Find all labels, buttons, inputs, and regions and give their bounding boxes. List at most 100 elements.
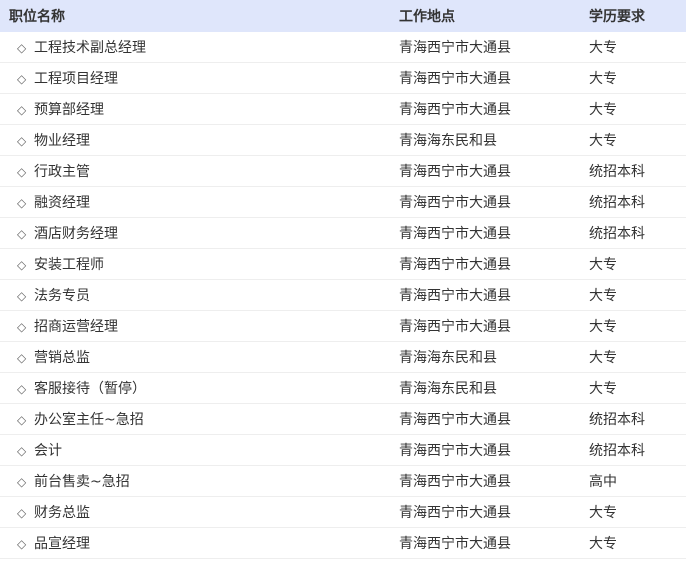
table-row[interactable]: ◇ 品宣经理 青海西宁市大通县 大专	[0, 527, 686, 559]
diamond-bullet-icon: ◇	[17, 351, 27, 365]
work-location-cell: 青海西宁市大通县	[399, 527, 589, 559]
job-title-cell[interactable]: ◇ 行政主管	[0, 155, 399, 187]
education-cell: 统招本科	[589, 403, 686, 435]
job-title-cell[interactable]: ◇ 招商运营经理	[0, 310, 399, 342]
diamond-bullet-icon: ◇	[17, 506, 27, 520]
education-cell: 大专	[589, 496, 686, 528]
table-row[interactable]: ◇ 融资经理 青海西宁市大通县 统招本科	[0, 186, 686, 218]
diamond-bullet-icon: ◇	[17, 165, 27, 179]
header-education: 学历要求	[589, 0, 686, 32]
work-location-cell: 青海西宁市大通县	[399, 496, 589, 528]
education-cell: 大专	[589, 310, 686, 342]
job-title-link[interactable]: 物业经理	[34, 133, 90, 149]
education-cell: 大专	[589, 248, 686, 280]
job-title-link[interactable]: 办公室主任~急招	[34, 412, 144, 428]
work-location-cell: 青海西宁市大通县	[399, 93, 589, 125]
work-location-cell: 青海西宁市大通县	[399, 310, 589, 342]
education-cell: 高中	[589, 465, 686, 497]
job-title-link[interactable]: 行政主管	[34, 164, 90, 180]
job-title-link[interactable]: 会计	[34, 443, 62, 459]
job-title-cell[interactable]: ◇ 物业经理	[0, 124, 399, 156]
diamond-bullet-icon: ◇	[17, 227, 27, 241]
education-cell: 统招本科	[589, 186, 686, 218]
job-title-cell[interactable]: ◇ 酒店财务经理	[0, 217, 399, 249]
job-title-link[interactable]: 营销总监	[34, 350, 90, 366]
education-cell: 统招本科	[589, 217, 686, 249]
table-row[interactable]: ◇ 预算部经理 青海西宁市大通县 大专	[0, 93, 686, 125]
job-title-cell[interactable]: ◇ 营销总监	[0, 341, 399, 373]
job-title-cell[interactable]: ◇ 办公室主任~急招	[0, 403, 399, 435]
education-cell: 大专	[589, 124, 686, 156]
job-title-link[interactable]: 工程技术副总经理	[34, 40, 146, 56]
education-cell: 大专	[589, 32, 686, 63]
table-row[interactable]: ◇ 办公室主任~急招 青海西宁市大通县 统招本科	[0, 403, 686, 435]
table-row[interactable]: ◇ 营销总监 青海海东民和县 大专	[0, 341, 686, 373]
work-location-cell: 青海西宁市大通县	[399, 279, 589, 311]
diamond-bullet-icon: ◇	[17, 103, 27, 117]
table-row[interactable]: ◇ 会计 青海西宁市大通县 统招本科	[0, 434, 686, 466]
job-title-cell[interactable]: ◇ 财务总监	[0, 496, 399, 528]
diamond-bullet-icon: ◇	[17, 196, 27, 210]
work-location-cell: 青海西宁市大通县	[399, 62, 589, 94]
job-title-cell[interactable]: ◇ 前台售卖~急招	[0, 465, 399, 497]
header-work-location: 工作地点	[399, 0, 589, 32]
diamond-bullet-icon: ◇	[17, 382, 27, 396]
job-title-link[interactable]: 客服接待（暂停）	[34, 381, 146, 397]
job-title-cell[interactable]: ◇ 客服接待（暂停）	[0, 372, 399, 404]
table-row[interactable]: ◇ 物业经理 青海海东民和县 大专	[0, 124, 686, 156]
diamond-bullet-icon: ◇	[17, 41, 27, 55]
job-title-cell[interactable]: ◇ 安装工程师	[0, 248, 399, 280]
diamond-bullet-icon: ◇	[17, 289, 27, 303]
table-row[interactable]: ◇ 客服接待（暂停） 青海海东民和县 大专	[0, 372, 686, 404]
job-title-link[interactable]: 融资经理	[34, 195, 90, 211]
job-title-link[interactable]: 酒店财务经理	[34, 226, 118, 242]
table-row[interactable]: ◇ 行政主管 青海西宁市大通县 统招本科	[0, 155, 686, 187]
diamond-bullet-icon: ◇	[17, 537, 27, 551]
table-row[interactable]: ◇ 财务总监 青海西宁市大通县 大专	[0, 496, 686, 528]
job-title-cell[interactable]: ◇ 法务专员	[0, 279, 399, 311]
job-title-cell[interactable]: ◇ 工程技术副总经理	[0, 32, 399, 63]
table-row[interactable]: ◇ 前台售卖~急招 青海西宁市大通县 高中	[0, 465, 686, 497]
table-row[interactable]: ◇ 工程项目经理 青海西宁市大通县 大专	[0, 62, 686, 94]
job-title-link[interactable]: 法务专员	[34, 288, 90, 304]
job-title-link[interactable]: 品宣经理	[34, 536, 90, 552]
job-title-cell[interactable]: ◇ 融资经理	[0, 186, 399, 218]
diamond-bullet-icon: ◇	[17, 413, 27, 427]
diamond-bullet-icon: ◇	[17, 134, 27, 148]
job-title-link[interactable]: 安装工程师	[34, 257, 104, 273]
education-cell: 统招本科	[589, 155, 686, 187]
table-row[interactable]: ◇ 工程技术副总经理 青海西宁市大通县 大专	[0, 32, 686, 63]
work-location-cell: 青海西宁市大通县	[399, 465, 589, 497]
job-title-cell[interactable]: ◇ 会计	[0, 434, 399, 466]
job-rows: ◇ 工程技术副总经理 青海西宁市大通县 大专 ◇ 工程项目经理 青海西宁市大通县 大专 ◇ 预算部…	[0, 32, 686, 559]
work-location-cell: 青海西宁市大通县	[399, 155, 589, 187]
job-title-cell[interactable]: ◇ 品宣经理	[0, 527, 399, 559]
education-cell: 大专	[589, 62, 686, 94]
diamond-bullet-icon: ◇	[17, 320, 27, 334]
table-row[interactable]: ◇ 招商运营经理 青海西宁市大通县 大专	[0, 310, 686, 342]
job-title-link[interactable]: 财务总监	[34, 505, 90, 521]
table-row[interactable]: ◇ 安装工程师 青海西宁市大通县 大专	[0, 248, 686, 280]
work-location-cell: 青海西宁市大通县	[399, 32, 589, 63]
work-location-cell: 青海西宁市大通县	[399, 217, 589, 249]
diamond-bullet-icon: ◇	[17, 444, 27, 458]
job-title-link[interactable]: 前台售卖~急招	[34, 474, 130, 490]
table-row[interactable]: ◇ 法务专员 青海西宁市大通县 大专	[0, 279, 686, 311]
table-header-row: 职位名称 工作地点 学历要求	[0, 0, 686, 32]
work-location-cell: 青海西宁市大通县	[399, 434, 589, 466]
education-cell: 大专	[589, 93, 686, 125]
work-location-cell: 青海西宁市大通县	[399, 403, 589, 435]
job-title-link[interactable]: 预算部经理	[34, 102, 104, 118]
job-title-cell[interactable]: ◇ 工程项目经理	[0, 62, 399, 94]
diamond-bullet-icon: ◇	[17, 258, 27, 272]
diamond-bullet-icon: ◇	[17, 72, 27, 86]
education-cell: 大专	[589, 372, 686, 404]
work-location-cell: 青海西宁市大通县	[399, 248, 589, 280]
table-row[interactable]: ◇ 酒店财务经理 青海西宁市大通县 统招本科	[0, 217, 686, 249]
header-job-title: 职位名称	[0, 0, 399, 32]
job-title-link[interactable]: 工程项目经理	[34, 71, 118, 87]
job-title-link[interactable]: 招商运营经理	[34, 319, 118, 335]
education-cell: 大专	[589, 341, 686, 373]
work-location-cell: 青海海东民和县	[399, 124, 589, 156]
job-title-cell[interactable]: ◇ 预算部经理	[0, 93, 399, 125]
